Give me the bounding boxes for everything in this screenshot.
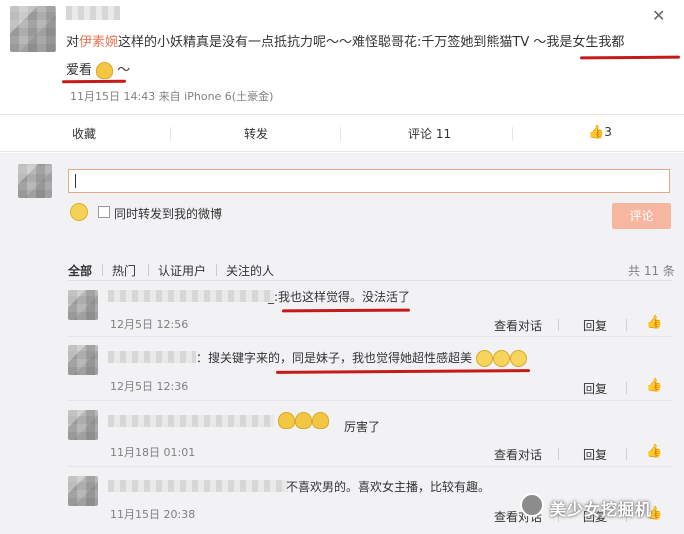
commenter-name-blurred[interactable] <box>108 480 288 492</box>
reply-link[interactable]: 回复 <box>583 446 607 463</box>
post-text: 对伊素婉这样的小妖精真是没有一点抵抗力呢～～难怪聪哥花:千万签她到熊猫TV ～我… <box>66 32 624 54</box>
commenter-avatar[interactable] <box>68 345 98 375</box>
like-button[interactable]: 👍3 <box>588 125 612 140</box>
post-mention[interactable]: 伊素婉 <box>79 35 118 50</box>
divider <box>148 264 149 276</box>
post-author-name-blurred[interactable] <box>66 6 120 20</box>
post-text-line2: 爱看 ～ <box>66 60 130 82</box>
comment-text: 厉害了 <box>344 420 381 434</box>
laughing-emoji-icon <box>492 350 510 367</box>
view-conversation-link[interactable]: 查看对话 <box>494 317 542 334</box>
comment-text-content: ：搜关键字来的，同是妹子，我也觉得她超性感超美 <box>196 351 473 365</box>
comment-total: 共 11 条 <box>628 264 675 278</box>
comment-time: 12月5日 12:56 <box>110 318 189 331</box>
divider <box>68 466 672 467</box>
emoji-picker-icon[interactable] <box>70 203 88 221</box>
thumbs-up-icon: 👍 <box>588 125 605 140</box>
comment-text: _:我也这样觉得。没法活了 <box>268 290 411 304</box>
commenter-avatar[interactable] <box>68 290 98 320</box>
post-action-bar: 收藏 转发 评论 11 👍3 <box>0 114 684 152</box>
comment-emoji-group <box>278 410 329 429</box>
post-text-pre: 对 <box>66 35 80 50</box>
commenter-avatar[interactable] <box>68 410 98 440</box>
comment-time: 11月15日 20:38 <box>110 508 196 521</box>
divider <box>68 400 672 401</box>
tab-all[interactable]: 全部 <box>68 262 92 279</box>
post-meta: 11月15日 14:43 来自 iPhone 6(土豪金) <box>70 90 274 103</box>
praying-emoji-icon <box>295 412 312 429</box>
tab-following[interactable]: 关注的人 <box>226 262 274 279</box>
reply-link[interactable]: 回复 <box>583 317 607 334</box>
highlight-underline <box>61 79 127 84</box>
commenter-name-blurred[interactable] <box>108 415 274 427</box>
comment-text: 不喜欢男的。喜欢女主播，比较有趣。 <box>286 480 491 494</box>
collect-button[interactable]: 收藏 <box>72 125 96 142</box>
commenter-name-blurred[interactable] <box>108 351 196 363</box>
post-author-avatar[interactable] <box>10 6 56 52</box>
forward-checkbox-label: 同时转发到我的微博 <box>114 207 223 221</box>
thumbs-up-icon[interactable]: 👍 <box>646 444 662 459</box>
my-avatar[interactable] <box>18 164 52 198</box>
praying-emoji-icon <box>96 62 114 79</box>
divider <box>558 448 559 460</box>
post-text-mid: 这样的小妖精真是没有一点抵抗力呢～～难怪聪哥花:千万签她到熊猫TV ～我是女生我… <box>118 35 625 50</box>
divider <box>340 127 341 141</box>
text-caret <box>75 174 76 188</box>
forward-checkbox[interactable] <box>98 206 110 218</box>
watermark-text: 美少女挖掘机 <box>550 500 653 519</box>
comment-time: 12月5日 12:36 <box>110 380 189 393</box>
divider <box>512 127 513 141</box>
post-text-line2-tail: ～ <box>117 63 131 78</box>
highlight-underline <box>579 55 681 60</box>
laughing-emoji-icon <box>475 350 493 367</box>
comment-button[interactable]: 评论 11 <box>408 125 451 142</box>
divider <box>216 264 217 276</box>
divider <box>68 336 672 337</box>
divider <box>626 448 627 460</box>
thumbs-up-icon[interactable]: 👍 <box>646 378 662 393</box>
divider <box>558 319 559 331</box>
view-conversation-link[interactable]: 查看对话 <box>494 446 542 463</box>
commenter-name-blurred[interactable] <box>108 290 274 302</box>
comment-input[interactable] <box>68 169 670 193</box>
divider <box>626 319 627 331</box>
tab-verified[interactable]: 认证用户 <box>158 262 206 279</box>
wechat-logo-icon <box>520 493 544 517</box>
submit-comment-button[interactable]: 评论 <box>612 203 671 229</box>
like-count: 3 <box>604 125 612 139</box>
reply-link[interactable]: 回复 <box>583 380 607 397</box>
post-text-line2-content: 爱看 <box>66 63 93 78</box>
divider <box>102 264 103 276</box>
praying-emoji-icon <box>278 412 295 429</box>
praying-emoji-icon <box>312 412 329 429</box>
comment-text: ：搜关键字来的，同是妹子，我也觉得她超性感超美 <box>196 349 527 367</box>
laughing-emoji-icon <box>509 350 527 367</box>
comment-time: 11月18日 01:01 <box>110 446 196 459</box>
commenter-avatar[interactable] <box>68 476 98 506</box>
close-icon[interactable]: ✕ <box>652 6 665 25</box>
divider <box>626 382 627 394</box>
thumbs-up-icon[interactable]: 👍 <box>646 315 662 330</box>
tab-hot[interactable]: 热门 <box>112 262 136 279</box>
divider <box>68 280 672 281</box>
divider <box>170 127 171 141</box>
forward-button[interactable]: 转发 <box>244 125 268 142</box>
